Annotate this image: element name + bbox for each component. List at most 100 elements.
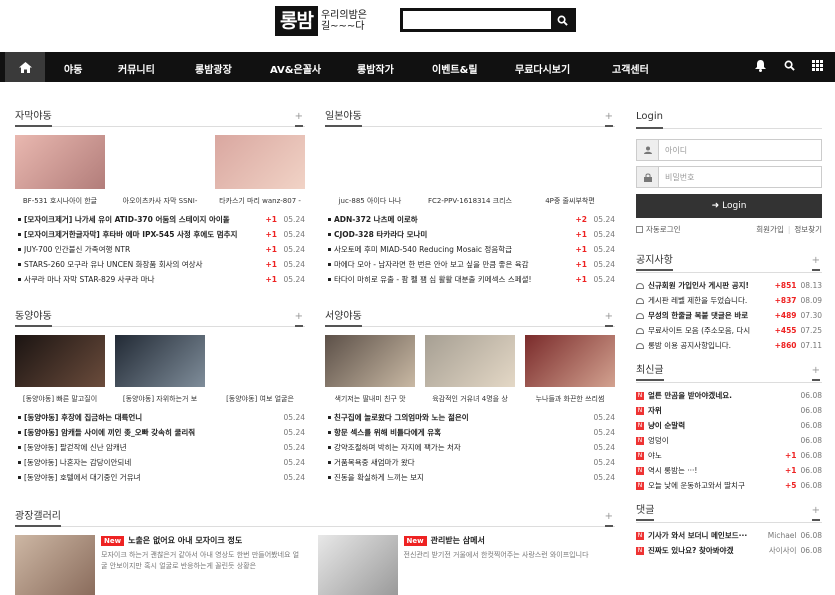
list-item[interactable]: N 기사가 와서 보더니 메인보드··· Michael 06.08	[636, 528, 822, 543]
nav-item-support[interactable]: 고객센터	[612, 61, 649, 76]
thumb-item[interactable]: FC2-PPV-1618314 크리스	[425, 135, 515, 206]
comments-list: N 기사가 와서 보더니 메인보드··· Michael 06.08 N 진짜도 있나요?…	[636, 528, 822, 558]
gallery-item[interactable]: New 노출은 없어요 아내 모자이크 정도 모자이크 하는거 괜찮은거 같아서 …	[15, 535, 313, 595]
thumb-item[interactable]: juc-885 아이다 나나	[325, 135, 415, 206]
list-item[interactable]: N 역시 롱밤는 ···! +1 06.08	[636, 463, 822, 478]
nav-item-event[interactable]: 이벤트&릴	[432, 61, 478, 76]
nav-item-writer[interactable]: 롱밤작가	[357, 61, 394, 76]
nav-item-free-replay[interactable]: 무료다시보기	[515, 61, 570, 76]
thumb-item[interactable]: [동양야동] 자위하는거 보	[115, 335, 205, 404]
list-item[interactable]: [모자이크제거] 나가세 유이 ATID-370 어둠의 스테이지 아이돌 +1 0…	[15, 212, 305, 227]
list-item[interactable]: 마에다 모아 - 남자라면 한 번은 안아 보고 싶을 만큼 좋은 육감 +1 05…	[325, 257, 615, 272]
site-logo[interactable]: 롱밤 우리의밤은 길~~~다	[275, 6, 377, 36]
list-item[interactable]: [동양야동] 호텔에서 대기중인 거유녀 05.24	[15, 470, 305, 485]
bullet-square	[18, 461, 21, 464]
bullet-square	[328, 416, 331, 419]
post-title: [모자이크제거] 나가세 유이 ATID-370 어둠의 스테이지 아이돌	[24, 215, 230, 224]
comment-count: +837	[774, 296, 797, 305]
gallery-item[interactable]: New 관리받는 삼메서 전신관리 받기전 거울에서 한컷찍어주는 사랑스런 와이…	[317, 535, 616, 595]
thumb-item[interactable]: 타카스기 마리 wanz-807 -	[215, 135, 305, 206]
more-plus-icon[interactable]: +	[294, 311, 303, 327]
list-item[interactable]: N 진짜도 있나요? 찾아봐야겠 사이사이 06.08	[636, 543, 822, 558]
comments-title: 댓글	[636, 505, 655, 521]
thumb-item[interactable]: 색기저는 딸내미 친구 맛	[325, 335, 415, 404]
post-list: 친구집에 놀로왔다 그의엄마와 노는 젊은이 05.24 항문 섹스를 위해 비틀다…	[325, 410, 615, 485]
post-date: 07.30	[800, 311, 822, 320]
list-item[interactable]: ADN-372 나츠메 이로하 +2 05.24	[325, 212, 615, 227]
list-item[interactable]: JUY-700 인간불신 가족여행 NTR +1 05.24	[15, 242, 305, 257]
thumb-item[interactable]: BF-531 호시나아이 한글	[15, 135, 105, 206]
list-item[interactable]: 거품목욕중 새엄마가 왔다 05.24	[325, 455, 615, 470]
list-item[interactable]: N 엉덩이 06.08	[636, 433, 822, 448]
thumb-list: juc-885 아이다 나나 FC2-PPV-1618314 크리스 4P중 줄…	[325, 135, 615, 206]
new-badge: New	[101, 536, 125, 546]
list-item[interactable]: 사오토메 후미 MIAD-540 Reducing Mosaic 정음학급 +1 0…	[325, 242, 615, 257]
post-title: 사쿠라 마나 자막 STAR-829 사쿠라 마나	[24, 275, 155, 284]
list-item[interactable]: 항문 섹스를 위해 비틀다에게 유혹 05.24	[325, 425, 615, 440]
list-item[interactable]: 롱밤 이용 공지사항입니다. +860 07.11	[636, 338, 822, 353]
thumb-item[interactable]: [동양야동] 빠른 말고질이	[15, 335, 105, 404]
list-item[interactable]: STARS-260 모구라 유나 UNCEN 화장품 회사의 여상사 +1 05.2…	[15, 257, 305, 272]
password-field[interactable]: 비밀번호	[636, 166, 822, 188]
more-plus-icon[interactable]: +	[811, 505, 820, 521]
more-plus-icon[interactable]: +	[604, 311, 613, 327]
bullet-square	[328, 233, 331, 236]
list-item[interactable]: [동양야동] 후장에 집금하는 대륙언니 05.24	[15, 410, 305, 425]
search-button[interactable]	[551, 11, 573, 29]
thumb-image	[325, 135, 415, 189]
join-link[interactable]: 회원가입	[756, 224, 784, 235]
new-icon: N	[636, 546, 644, 555]
list-item[interactable]: [모자이크제거한글자막] 후타바 에마 IPX-545 사정 후에도 멈추지 +1…	[15, 227, 305, 242]
post-title: 신규회원 가입인사 게시판 공지!	[648, 281, 749, 290]
list-item[interactable]: [동양야동] 팔걷작에 신난 암캐년 05.24	[15, 440, 305, 455]
post-date: 07.25	[800, 326, 822, 335]
more-plus-icon[interactable]: +	[811, 255, 820, 271]
list-item[interactable]: CJOD-328 타카라다 모나미 +1 05.24	[325, 227, 615, 242]
id-field[interactable]: 아이디	[636, 139, 822, 161]
home-button[interactable]	[5, 52, 45, 82]
list-item[interactable]: 게시판 레벨 제한을 두었습니다. +837 08.09	[636, 293, 822, 308]
more-plus-icon[interactable]: +	[604, 511, 613, 527]
list-item[interactable]: N 오늘 낮에 운동하고와서 딸치구 +5 06.08	[636, 478, 822, 493]
list-item[interactable]: 무료사이트 모음 (주소모음, 다시 +455 07.25	[636, 323, 822, 338]
post-list: [모자이크제거] 나가세 유이 ATID-370 어둠의 스테이지 아이돌 +1 0…	[15, 212, 305, 287]
list-item[interactable]: N 자위 06.08	[636, 403, 822, 418]
login-button[interactable]: ➜ Login	[636, 194, 822, 218]
thumb-item[interactable]: 육감적인 거유녀 4명을 상	[425, 335, 515, 404]
nav-item-community[interactable]: 커뮤니티	[118, 61, 155, 76]
thumb-item[interactable]: [동양야동] 여보 얼굴은	[215, 335, 305, 404]
thumb-caption: 육감적인 거유녀 4명을 상	[432, 395, 508, 403]
nav-item-yadong[interactable]: 야동	[64, 61, 82, 76]
list-item[interactable]: 타다이 마히로 유출 - 팜 펠 팸 심 활활 대분출 키메섹스 스페셜! +1 0…	[325, 272, 615, 287]
find-info-link[interactable]: 정보찾기	[794, 224, 822, 235]
thumb-item[interactable]: 4P중 줄씨부착편	[525, 135, 615, 206]
list-item[interactable]: 사쿠라 마나 자막 STAR-829 사쿠라 마나 +1 05.24	[15, 272, 305, 287]
list-item[interactable]: 진동을 확실하게 느끼는 보지 05.24	[325, 470, 615, 485]
search-input[interactable]	[403, 11, 551, 29]
thumb-item[interactable]: 누나들과 화끈한 쓰리썸	[525, 335, 615, 404]
list-item[interactable]: N 냥이 순말력 06.08	[636, 418, 822, 433]
grid-menu-icon[interactable]	[812, 60, 823, 71]
list-item[interactable]: 친구집에 놀로왔다 그의엄마와 노는 젊은이 05.24	[325, 410, 615, 425]
search-icon[interactable]	[784, 60, 795, 71]
thumb-caption: FC2-PPV-1618314 크리스	[428, 197, 512, 205]
list-item[interactable]: 무성의 한줄글 복붙 댓글은 바로 +489 07.30	[636, 308, 822, 323]
nav-item-plaza[interactable]: 롱밤광장	[195, 61, 232, 76]
list-item[interactable]: 신규회원 가입인사 게시판 공지! +851 08.13	[636, 278, 822, 293]
list-item[interactable]: 강약조절하며 박히는 자지에 팩가는 처자 05.24	[325, 440, 615, 455]
list-item[interactable]: [동양야동] 나혼자는 감당이안되네 05.24	[15, 455, 305, 470]
more-plus-icon[interactable]: +	[811, 365, 820, 381]
more-plus-icon[interactable]: +	[294, 111, 303, 127]
section-title: 동양야동	[15, 311, 52, 327]
bullet-square	[18, 218, 21, 221]
auto-login-checkbox[interactable]	[636, 226, 643, 233]
thumb-caption: [동양야동] 여보 얼굴은	[226, 395, 294, 403]
thumb-item[interactable]: 아오이츠카사 자막 SSNI-	[115, 135, 205, 206]
list-item[interactable]: [동양야동] 암캐들 사이에 끼인 좆_오빠 갖속히 쿨리줘 05.24	[15, 425, 305, 440]
list-item[interactable]: N 야노 +1 06.08	[636, 448, 822, 463]
bell-icon[interactable]	[755, 60, 766, 72]
list-item[interactable]: N 얼른 만곰을 받아야겠네요. 06.08	[636, 388, 822, 403]
post-date: 05.24	[283, 275, 305, 284]
nav-item-av[interactable]: AV&은꼴사	[270, 61, 321, 76]
more-plus-icon[interactable]: +	[604, 111, 613, 127]
